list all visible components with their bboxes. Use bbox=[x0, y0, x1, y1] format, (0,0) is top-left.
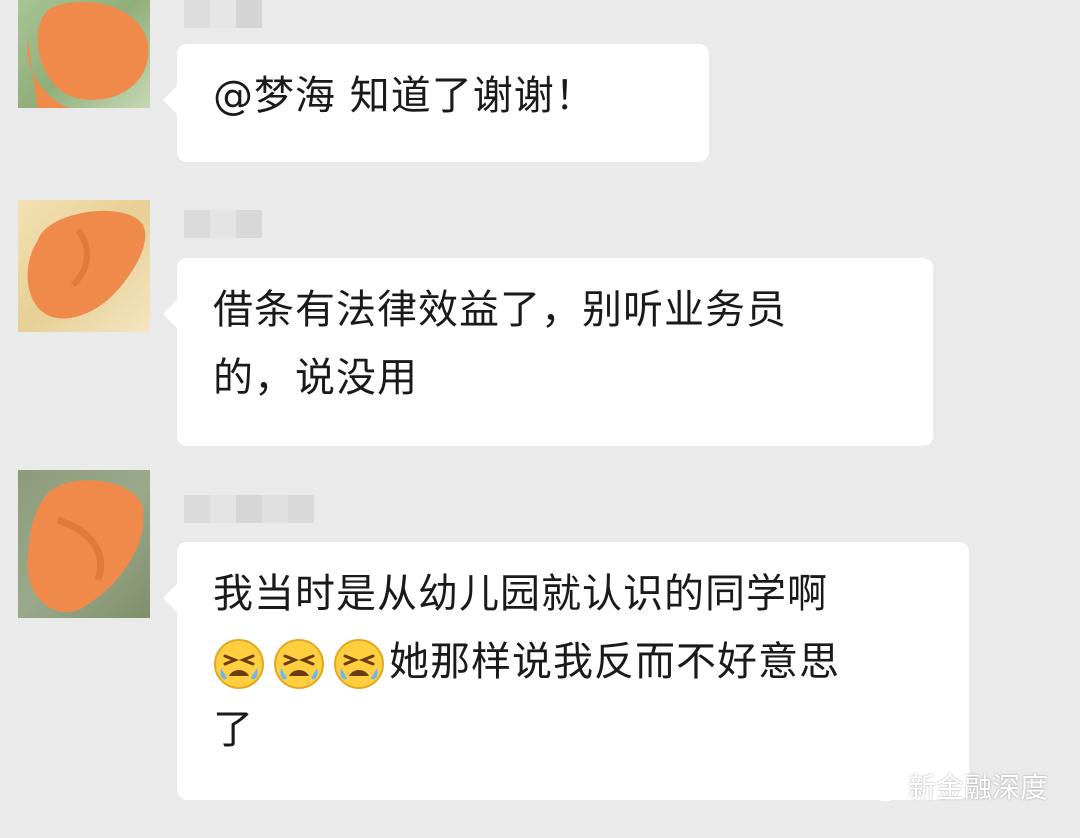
avatar-scribble bbox=[27, 210, 146, 319]
watermark-text: 新金融深度 bbox=[907, 771, 1048, 804]
avatar-scribble bbox=[27, 480, 144, 612]
avatar[interactable] bbox=[18, 200, 150, 332]
sender-name-blurred bbox=[184, 210, 262, 238]
message-text-line: 借条有法律效益了，别听业务员 bbox=[213, 287, 787, 333]
wechat-icon bbox=[856, 768, 900, 802]
avatar-scribble bbox=[27, 1, 149, 108]
tired-face-emoji bbox=[334, 639, 384, 689]
chat-log: @梦海 知道了谢谢！ 借条有法律效益了，别听业务员 的，说没用 我当时是从幼儿园… bbox=[0, 0, 1080, 838]
message-text-line: 我当时是从幼儿园就认识的同学啊 bbox=[213, 571, 828, 617]
tired-face-emoji bbox=[274, 639, 324, 689]
sender-name-blurred bbox=[184, 0, 262, 28]
message-text: @梦海 知道了谢谢！ bbox=[213, 73, 596, 119]
avatar[interactable] bbox=[18, 0, 150, 108]
tired-face-emoji bbox=[214, 639, 264, 689]
message-bubble[interactable]: 借条有法律效益了，别听业务员 的，说没用 bbox=[163, 258, 933, 446]
message-text-line-with-emoji: 她那样说我反而不好意思 bbox=[213, 628, 937, 696]
emoji-group bbox=[213, 638, 385, 690]
message-text-line: 了 bbox=[213, 707, 254, 753]
sender-name-blurred bbox=[184, 495, 314, 523]
watermark: 新金融深度 bbox=[856, 766, 1048, 806]
message-text: 她那样说我反而不好意思 bbox=[389, 639, 840, 685]
message-text-line: 的，说没用 bbox=[213, 355, 418, 401]
avatar[interactable] bbox=[18, 470, 150, 618]
message-bubble[interactable]: 我当时是从幼儿园就认识的同学啊 她那样说我反而不好意思 了 bbox=[163, 542, 969, 800]
message-bubble[interactable]: @梦海 知道了谢谢！ bbox=[163, 44, 709, 162]
